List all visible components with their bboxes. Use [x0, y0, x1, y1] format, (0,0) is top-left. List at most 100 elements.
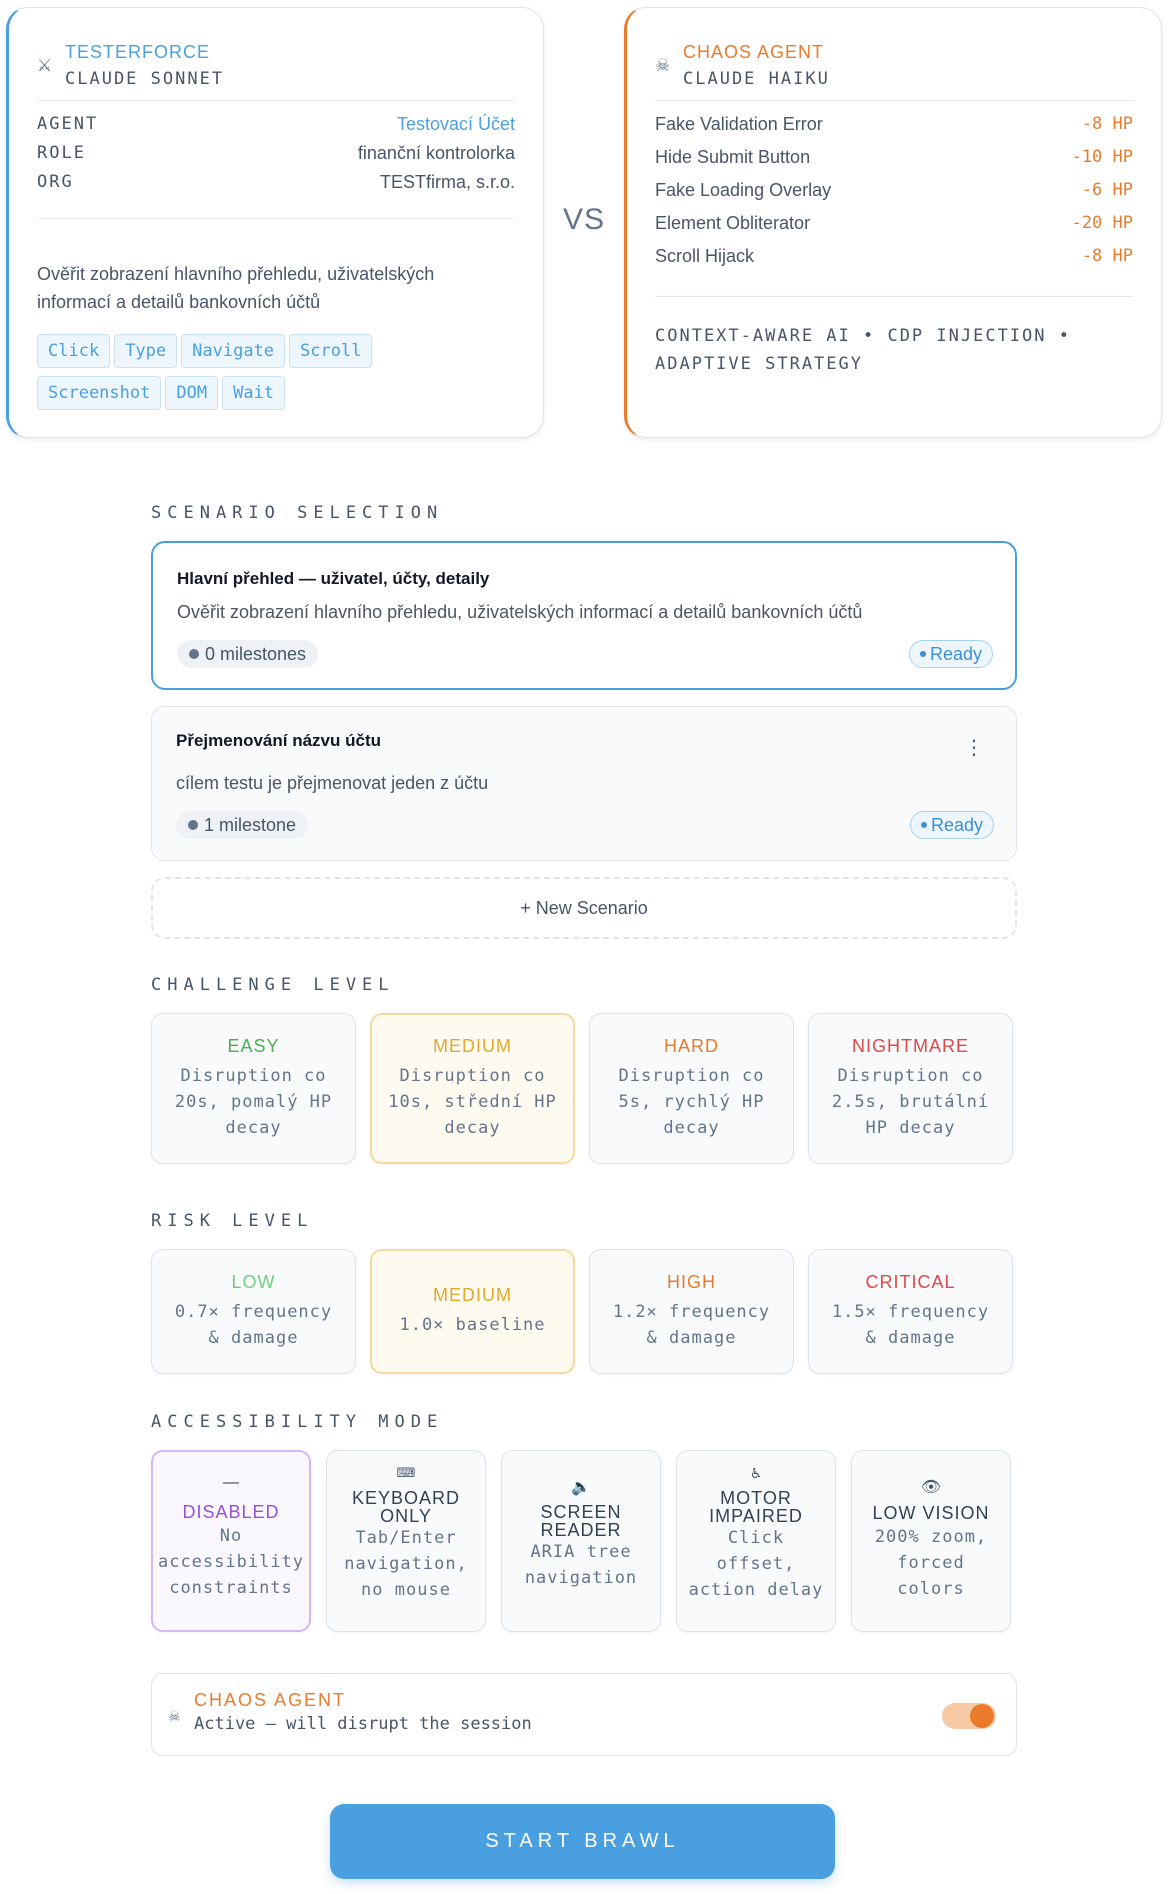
- attack-hp: -8 HP: [1081, 246, 1133, 266]
- testerforce-title: TESTERFORCE: [65, 42, 211, 62]
- attack-name: Hide Submit Button: [655, 147, 811, 167]
- option-title: HIGH: [667, 1272, 716, 1292]
- risk-option-low[interactable]: LOW 0.7× frequency & damage: [151, 1249, 356, 1374]
- section-label-challenge: CHALLENGE LEVEL: [151, 975, 395, 995]
- info-key: AGENT: [37, 114, 99, 134]
- divider: [655, 100, 1133, 101]
- attack-hp: -8 HP: [1081, 114, 1133, 134]
- option-title: EASY: [227, 1036, 280, 1056]
- attack-row: Element Obliterator -20 HP: [655, 213, 1133, 237]
- divider: [37, 100, 515, 101]
- start-brawl-button[interactable]: START BRAWL: [330, 1804, 835, 1879]
- attack-hp: -20 HP: [1071, 213, 1133, 233]
- info-row-org: ORG TESTfirma, s.r.o.: [37, 172, 515, 196]
- more-options-icon[interactable]: ⋮: [964, 735, 984, 760]
- accessibility-option-disabled[interactable]: — DISABLED No accessibility constraints: [151, 1450, 311, 1632]
- accessibility-option-motor[interactable]: ♿ MOTOR IMPAIRED Click offset, action delay: [676, 1450, 836, 1632]
- milestones-badge: 0 milestones: [177, 640, 319, 668]
- toggle-knob: [970, 1704, 994, 1728]
- chaos-agent-features: CONTEXT-AWARE AI • CDP INJECTION • ADAPT…: [655, 326, 1071, 374]
- chaos-agent-toggle-title: CHAOS AGENT: [194, 1690, 347, 1710]
- option-title: LOW VISION: [872, 1503, 990, 1523]
- option-desc: Tab/Enter navigation, no mouse: [344, 1528, 468, 1600]
- section-label-scenario: SCENARIO SELECTION: [151, 503, 444, 523]
- info-key: ROLE: [37, 143, 86, 163]
- scenario-card[interactable]: Přejmenování názvu účtu ⋮ cílem testu je…: [151, 706, 1017, 861]
- speaker-icon: 🔈: [571, 1479, 591, 1496]
- tool-tag-screenshot: Screenshot: [37, 376, 162, 410]
- option-desc: 1.2× frequency & damage: [612, 1302, 771, 1348]
- tool-tag-navigate: Navigate: [181, 334, 286, 368]
- challenge-option-medium[interactable]: MEDIUM Disruption co 10s, střední HP decay: [370, 1013, 575, 1164]
- option-title: MOTOR IMPAIRED: [709, 1488, 803, 1526]
- option-title: KEYBOARD ONLY: [351, 1488, 461, 1526]
- chaos-agent-toggle-switch[interactable]: [942, 1703, 996, 1729]
- risk-option-critical[interactable]: CRITICAL 1.5× frequency & damage: [808, 1249, 1013, 1374]
- divider: [655, 296, 1133, 297]
- option-desc: 200% zoom, forced colors: [874, 1527, 988, 1599]
- scenario-title: Přejmenování názvu účtu: [176, 731, 381, 750]
- scenario-title: Hlavní přehled — uživatel, účty, detaily: [177, 569, 490, 588]
- option-title: MEDIUM: [433, 1036, 512, 1056]
- attack-name: Fake Validation Error: [655, 114, 823, 134]
- tool-tag-type: Type: [114, 334, 178, 368]
- attack-hp: -10 HP: [1071, 147, 1133, 167]
- scenario-card[interactable]: Hlavní přehled — uživatel, účty, detaily…: [151, 541, 1017, 690]
- milestones-badge: 1 milestone: [176, 811, 309, 839]
- swords-icon: ⚔: [37, 56, 53, 75]
- option-desc: ARIA tree navigation: [524, 1542, 638, 1588]
- divider: [37, 218, 515, 219]
- tool-tag-dom: DOM: [165, 376, 219, 410]
- section-label-accessibility: ACCESSIBILITY MODE: [151, 1412, 444, 1432]
- scenario-description: cílem testu je přejmenovat jeden z účtu: [176, 773, 489, 793]
- option-title: SCREEN READER: [540, 1502, 622, 1540]
- option-desc: 1.0× baseline: [399, 1315, 546, 1335]
- attack-hp: -6 HP: [1081, 180, 1133, 200]
- info-row-agent: AGENT Testovací Účet: [37, 114, 515, 138]
- wheelchair-icon: ♿: [749, 1465, 763, 1481]
- skull-icon: ☠: [168, 1708, 181, 1724]
- eye-icon: 👁: [920, 1479, 942, 1496]
- tool-tag-wait: Wait: [222, 376, 286, 410]
- dash-icon: —: [223, 1474, 239, 1491]
- tool-tag-click: Click: [37, 334, 111, 368]
- risk-option-medium[interactable]: MEDIUM 1.0× baseline: [370, 1249, 575, 1374]
- attack-name: Scroll Hijack: [655, 246, 755, 266]
- option-desc: Disruption co 20s, pomalý HP decay: [174, 1066, 333, 1138]
- challenge-option-hard[interactable]: HARD Disruption co 5s, rychlý HP decay: [589, 1013, 794, 1164]
- tool-tag-scroll: Scroll: [289, 334, 373, 368]
- attack-row: Scroll Hijack -8 HP: [655, 246, 1133, 270]
- accessibility-option-keyboard[interactable]: ⌨ KEYBOARD ONLY Tab/Enter navigation, no mo…: [326, 1450, 486, 1632]
- challenge-option-nightmare[interactable]: NIGHTMARE Disruption co 2.5s, brutální HP …: [808, 1013, 1013, 1164]
- accessibility-option-low-vision[interactable]: 👁 LOW VISION 200% zoom, forced colors: [851, 1450, 1011, 1632]
- attack-name: Fake Loading Overlay: [655, 180, 832, 200]
- skull-icon: ☠: [655, 56, 671, 75]
- attack-row: Hide Submit Button -10 HP: [655, 147, 1133, 171]
- risk-option-high[interactable]: HIGH 1.2× frequency & damage: [589, 1249, 794, 1374]
- accessibility-option-screen-reader[interactable]: 🔈 SCREEN READER ARIA tree navigation: [501, 1450, 661, 1632]
- option-title: LOW: [231, 1272, 276, 1292]
- attack-name: Element Obliterator: [655, 213, 811, 233]
- challenge-option-easy[interactable]: EASY Disruption co 20s, pomalý HP decay: [151, 1013, 356, 1164]
- option-desc: 0.7× frequency & damage: [174, 1302, 333, 1348]
- option-desc: Disruption co 10s, střední HP decay: [388, 1066, 557, 1138]
- option-title: DISABLED: [182, 1502, 280, 1522]
- section-label-risk: RISK LEVEL: [151, 1211, 314, 1231]
- status-badge: Ready: [908, 640, 993, 668]
- chaos-agent-model: CLAUDE HAIKU: [683, 69, 830, 89]
- info-value: TESTfirma, s.r.o.: [379, 172, 515, 192]
- option-desc: Disruption co 5s, rychlý HP decay: [618, 1066, 765, 1138]
- option-desc: 1.5× frequency & damage: [831, 1302, 990, 1348]
- attack-row: Fake Validation Error -8 HP: [655, 114, 1133, 138]
- option-desc: Disruption co 2.5s, brutální HP decay: [831, 1066, 990, 1138]
- keyboard-icon: ⌨: [396, 1465, 416, 1480]
- testerforce-card: ⚔ TESTERFORCE CLAUDE SONNET AGENT Testov…: [6, 7, 544, 438]
- new-scenario-button[interactable]: + New Scenario: [151, 877, 1017, 939]
- chaos-agent-card: ☠ CHAOS AGENT CLAUDE HAIKU Fake Validati…: [624, 7, 1162, 438]
- option-desc: No accessibility constraints: [157, 1526, 305, 1598]
- agent-link[interactable]: Testovací Účet: [397, 114, 515, 135]
- info-key: ORG: [37, 172, 74, 192]
- testerforce-description: Ověřit zobrazení hlavního přehledu, uživ…: [37, 264, 435, 312]
- option-desc: Click offset, action delay: [688, 1528, 824, 1600]
- option-title: HARD: [663, 1036, 719, 1056]
